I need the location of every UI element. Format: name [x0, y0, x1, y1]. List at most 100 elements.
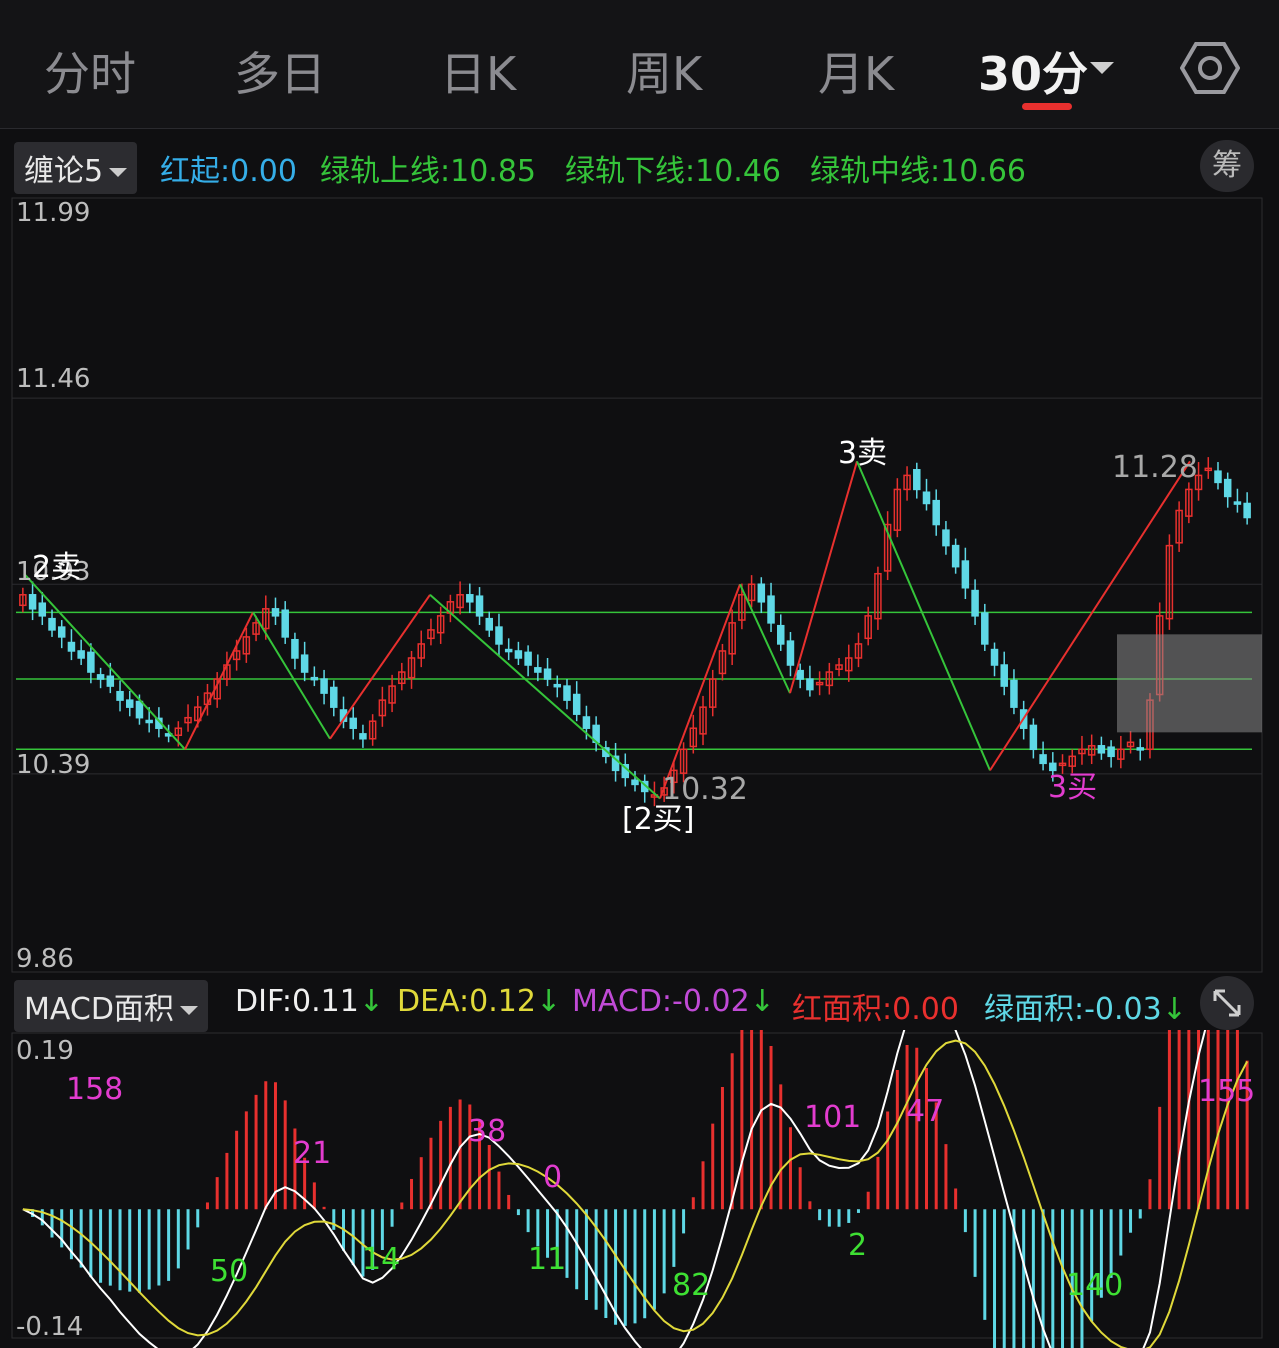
tab-intraday[interactable]: 分时 [44, 38, 136, 104]
indicator-selector[interactable]: 缠论5 [14, 142, 138, 194]
candle-body [116, 690, 124, 701]
tab-daily-k[interactable]: 日K [440, 38, 516, 104]
macd-area-label: 2 [848, 1228, 868, 1263]
candle-body [572, 693, 581, 715]
candle-body [28, 594, 37, 610]
zigzag-segment [856, 460, 991, 771]
signal-buy-2: [2买] [622, 802, 695, 837]
candle-body [1233, 501, 1242, 505]
candle-body [913, 469, 921, 491]
active-tab-indicator [1022, 103, 1072, 110]
candle-body [96, 674, 105, 680]
chevron-down-icon[interactable] [1090, 62, 1114, 74]
zigzag-segment [429, 594, 661, 800]
candle-body [981, 612, 989, 645]
expand-button[interactable] [1200, 976, 1254, 1030]
macd-area-label: 155 [1198, 1074, 1256, 1109]
candle-body [310, 676, 319, 681]
hongqi-value: 红起:0.00 [160, 154, 297, 189]
candle-body [291, 638, 299, 659]
macd-area-label: 14 [362, 1242, 401, 1277]
green-area-value: 绿面积:-0.03↓ [984, 992, 1187, 1027]
dea-value: DEA:0.12↓ [397, 984, 562, 1019]
zigzag-segment [659, 583, 741, 799]
candle-body [757, 583, 766, 603]
rail-middle-value: 绿轨中线:10.66 [810, 154, 1026, 189]
indicator-name: 缠论5 [24, 154, 104, 189]
candle-body [786, 640, 795, 666]
candle-body [534, 667, 542, 673]
expand-icon [1213, 989, 1241, 1017]
candle-body [1010, 679, 1018, 708]
candle-body [543, 668, 552, 680]
candle-body [485, 617, 494, 631]
candle-body [57, 626, 66, 638]
macd-area-label: 21 [293, 1136, 332, 1171]
signal-buy-3: 3买 [1048, 770, 1098, 805]
chart-frame [11, 197, 1263, 973]
tab-30min[interactable]: 30分 [978, 38, 1088, 104]
macd-value: MACD:-0.02↓ [572, 984, 775, 1019]
candle-body [495, 626, 503, 645]
pivot-zone [1117, 634, 1262, 733]
candle-body [961, 560, 970, 589]
candle-body [1223, 478, 1232, 498]
chip-distribution-button[interactable]: 筹 [1200, 140, 1254, 192]
candle-body [942, 529, 950, 547]
macd-area-label: 47 [906, 1094, 945, 1129]
dif-value: DIF:0.11↓ [235, 984, 384, 1019]
macd-selector[interactable]: MACD面积 [14, 980, 208, 1032]
candle-body [67, 641, 76, 652]
macd-area-label: 158 [66, 1072, 124, 1107]
candle-body [1029, 724, 1038, 751]
candle-body [106, 675, 115, 687]
candle-body [806, 678, 814, 691]
indicator-header: 缠论5 红起:0.00 绿轨上线:10.85 绿轨下线:10.46 绿轨中线:1… [0, 140, 1279, 194]
candle-body [271, 608, 280, 617]
candlestick-chart[interactable] [0, 195, 1279, 975]
candle-body [971, 589, 979, 617]
candle-body [125, 699, 134, 708]
candle-body [553, 683, 562, 688]
candle-body [87, 651, 95, 673]
tab-multi-day[interactable]: 多日 [234, 38, 326, 104]
chevron-down-icon [179, 1006, 198, 1015]
candle-body [135, 700, 144, 719]
candle-body [932, 499, 940, 526]
settings-icon[interactable] [1180, 38, 1240, 98]
high-price-label: 11.28 [1112, 450, 1198, 485]
candle-body [1136, 747, 1145, 751]
rail-lower-value: 绿轨下线:10.46 [565, 154, 781, 189]
candle-body [1039, 754, 1047, 765]
price-axis-label: 11.46 [16, 364, 91, 394]
candle-body [582, 716, 591, 729]
tab-monthly-k[interactable]: 月K [818, 38, 894, 104]
price-axis-label: 11.99 [16, 198, 91, 228]
candle-body [330, 686, 338, 708]
candle-body [514, 650, 523, 659]
candle-body [281, 609, 289, 638]
macd-area-label: 140 [1066, 1268, 1124, 1303]
candle-body [1000, 664, 1008, 687]
candle-body [38, 602, 47, 617]
tab-weekly-k[interactable]: 周K [626, 38, 702, 104]
candle-body [466, 594, 474, 603]
candle-body [796, 669, 804, 680]
candle-body [776, 624, 785, 645]
signal-sell-3: 3卖 [838, 436, 888, 471]
macd-axis-bottom: -0.14 [16, 1312, 84, 1342]
candle-body [1243, 502, 1251, 519]
candle-body [1107, 746, 1115, 758]
candle-body [504, 648, 513, 653]
candle-body [951, 544, 960, 568]
candle-body [77, 650, 85, 659]
macd-area-label: 101 [804, 1100, 862, 1135]
macd-area-label: 50 [210, 1254, 249, 1289]
candle-body [631, 779, 639, 786]
macd-axis-top: 0.19 [16, 1036, 74, 1066]
macd-name: MACD面积 [24, 992, 174, 1027]
candle-body [145, 719, 153, 724]
price-axis-label: 9.86 [16, 944, 74, 974]
candle-body [524, 651, 532, 666]
chevron-down-icon [109, 168, 128, 177]
